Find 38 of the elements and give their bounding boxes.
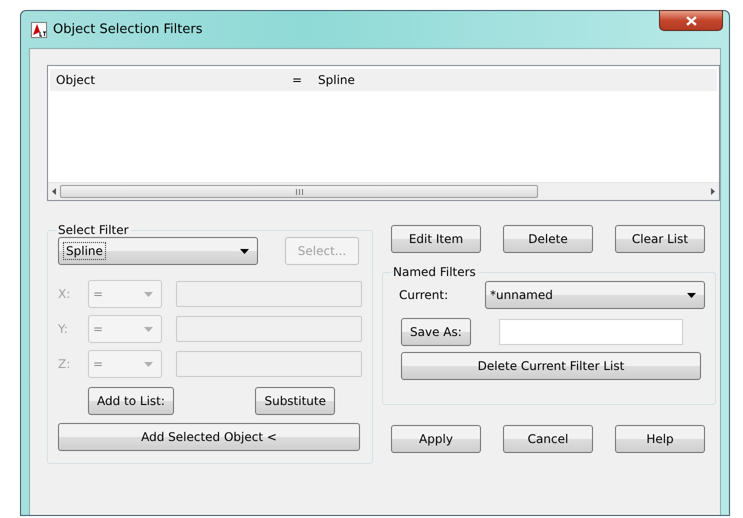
group-title: Named Filters [392,265,477,279]
scroll-left-icon[interactable] [52,188,56,195]
coordinate-field[interactable] [176,281,362,307]
list-action-button[interactable]: Clear List [615,225,705,253]
add-to-list-button[interactable]: Add to List: [88,387,174,415]
caret-icon [144,292,153,296]
caret-icon [240,248,249,254]
caret-icon [144,362,153,366]
horizontal-scrollbar[interactable] [48,182,719,200]
filter-list[interactable]: Object = Spline [47,65,720,201]
close-button[interactable] [659,10,723,31]
add-selected-object-button[interactable]: Add Selected Object < [58,423,360,451]
window-title: Object Selection Filters [53,22,202,37]
substitute-button[interactable]: Substitute [255,387,335,415]
app-icon [31,22,47,38]
filter-row[interactable]: Object = Spline [50,69,717,91]
coordinate-label: Z: [58,357,72,371]
coordinate-label: X: [58,287,72,301]
grip-icon [296,188,302,194]
current-filter-dropdown[interactable]: *unnamed [485,281,705,309]
caret-icon [144,326,153,332]
caret-icon [687,292,696,298]
close-icon [686,16,696,26]
filter-type-dropdown[interactable]: Spline [58,237,258,265]
save-as-button[interactable]: Save As: [401,318,471,346]
scroll-right-icon[interactable] [711,188,715,195]
group-title: Select Filter [57,223,130,237]
filter-name-field[interactable] [498,319,683,345]
dialog-button[interactable]: Apply [391,425,481,453]
dialog-button[interactable]: Help [615,425,705,453]
list-action-button[interactable]: Delete [503,225,593,253]
current-label: Current: [398,288,450,302]
delete-filter-list-button[interactable]: Delete Current Filter List [401,352,701,380]
coordinate-field[interactable] [176,316,362,342]
coordinate-field[interactable] [176,351,362,377]
list-action-button[interactable]: Edit Item [391,225,481,253]
dialog-button[interactable]: Cancel [503,425,593,453]
coordinate-label: Y: [58,322,69,336]
